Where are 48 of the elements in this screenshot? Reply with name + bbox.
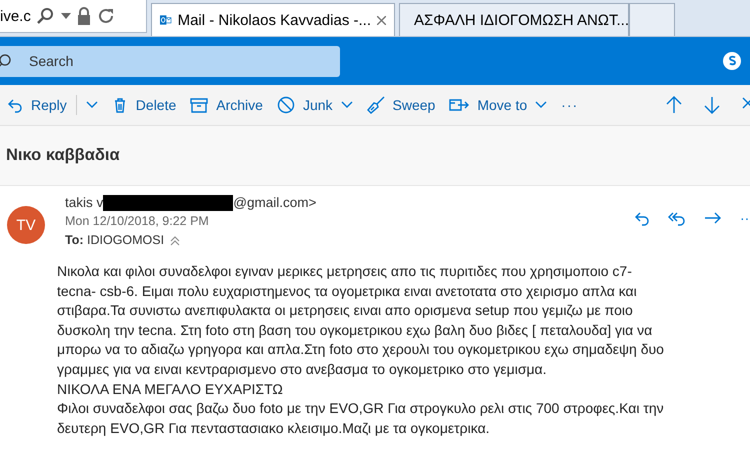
body-line: ΝΙΚΟΛΑ ΕΝΑ ΜΕΓΑΛΟ ΕΥΧΑΡΙΣΤΩ (57, 380, 284, 399)
caret-icon[interactable] (340, 101, 353, 109)
body-line: στιβαρα.Τα συνιστω ανεπιφυλακτα οι μετρησεις ειναι απο ορισμενα setup που γεμιζω με ποιο (57, 301, 634, 320)
reply-icon[interactable] (634, 210, 650, 226)
sender-address: @gmail.com> (233, 195, 316, 210)
sweep-button[interactable]: Sweep (360, 90, 442, 120)
message-date: Mon 12/10/2018, 9:22 PM (65, 213, 210, 230)
recipient-line: To: IDIOGOMOSI (65, 232, 164, 249)
junk-icon (276, 96, 295, 114)
junk-button[interactable]: Junk (270, 90, 360, 120)
move-button[interactable]: Move to (442, 90, 554, 120)
body-line: γραμμες για να ειναι κεντραρισμενο στο ανεβασμα το ογκομετρικο στο γεμισμα. (57, 360, 548, 379)
up-arrow-icon[interactable] (666, 96, 682, 114)
body-line: Φιλοι συναδελφοι σας βαζω δυο foto με την EVO,GR Για στρογκυλο ρελι στις 700 στροφες.Και την (57, 399, 665, 418)
chat-icon[interactable] (722, 51, 742, 71)
collapse-icon[interactable] (170, 236, 180, 246)
search-icon[interactable] (36, 7, 55, 25)
more-button[interactable]: ··· (740, 210, 750, 226)
reply-button[interactable]: Reply (0, 90, 74, 120)
dropdown-icon[interactable] (60, 13, 71, 19)
caret-icon[interactable] (535, 101, 548, 109)
close-icon[interactable] (377, 16, 386, 24)
avatar: TV (7, 206, 45, 244)
sweep-icon (366, 96, 385, 114)
search-field[interactable]: Search (0, 46, 340, 76)
archive-button[interactable]: Archive (183, 90, 270, 120)
forward-icon[interactable] (704, 210, 722, 226)
lock-icon (76, 7, 91, 25)
more-button[interactable]: ··· (554, 90, 586, 120)
reply-all-icon[interactable] (668, 210, 686, 226)
reply-icon (7, 97, 23, 113)
browser-tab[interactable]: Mail - Nikolaos Kavvadias -... (151, 3, 395, 36)
caret-icon[interactable] (86, 101, 98, 109)
body-line: tecna- csb-6. Ειμαι πολυ ευχαριστημενος τα ογομετρικα ειναι ανετοτατα στο χειρισμο απλα και (57, 282, 638, 301)
refresh-icon[interactable] (96, 7, 115, 25)
browser-tab[interactable]: ΑΣΦΑΛΗ ΙΔΙΟΓΟΜΩΣΗ ΑΝΩΤ... (399, 3, 629, 36)
down-arrow-icon[interactable] (704, 96, 720, 114)
close-icon[interactable] (742, 96, 750, 110)
sender-name: takis v (65, 195, 104, 210)
subject-title: Νικο καββαδια (6, 146, 120, 165)
address-text[interactable]: ive.c (0, 8, 31, 24)
body-line: μπορω να το αδιαζω γρηγορα και απλα.Στη foto στο χερουλι του ογκομετρικου εχω σημαδεψη δυο (57, 340, 665, 360)
body-line: δευτερη EVO,GR Για πενταστασιακο κλεισιμο.Μαζι με τα ογκομετρικα. (57, 418, 491, 438)
delete-button[interactable]: Delete (104, 90, 184, 120)
move-icon (449, 97, 470, 113)
body-line: Νικολα και φιλοι συναδελφοι εγιναν μερικες μετρησεις απο τις πυριτιδες που χρησιμοποιο c7- (57, 262, 633, 281)
body-line: δυσκολη την tecna. Στη foto στη βαση του ογκομετρικου εχω βαλη δυο βιδες [ πεταλουδα] για να (57, 320, 654, 340)
archive-icon (190, 97, 208, 113)
